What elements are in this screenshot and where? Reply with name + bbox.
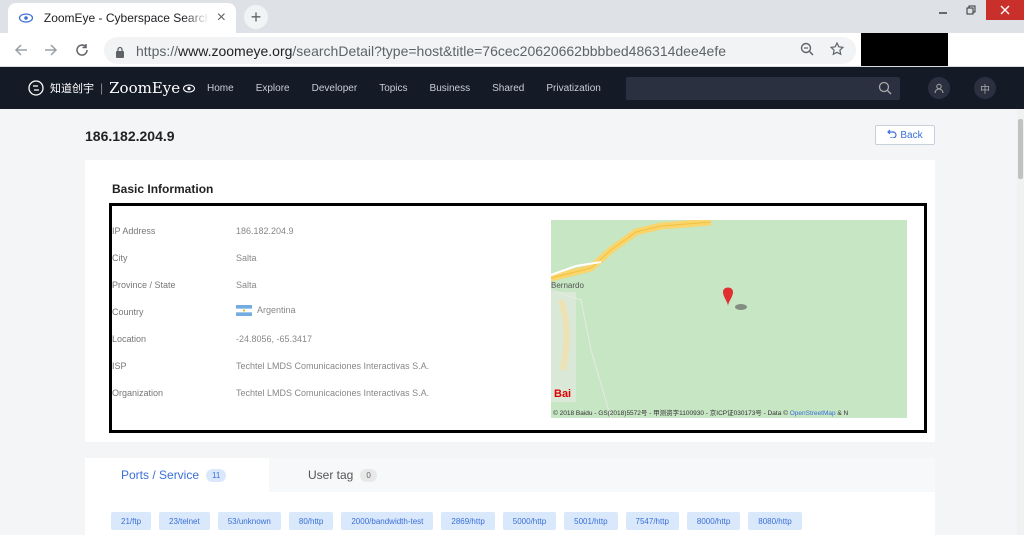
new-tab-button[interactable]: + (244, 5, 268, 29)
redacted-area (861, 33, 948, 66)
site-search-input[interactable] (626, 77, 900, 100)
nav-topics[interactable]: Topics (379, 83, 407, 94)
map-place-label: Bernardo (551, 281, 584, 290)
url-input[interactable]: https://www.zoomeye.org/searchDetail?typ… (104, 37, 856, 64)
bookmark-star-icon[interactable] (829, 41, 845, 59)
user-tag-count-badge: 0 (360, 468, 377, 482)
zoom-icon[interactable] (800, 42, 814, 59)
location-map[interactable]: Bernardo Bai © 2018 Baidu - GS(2018)5572… (551, 220, 907, 418)
info-row-province: Province / State Salta (112, 280, 257, 290)
osm-link[interactable]: OpenStreetMap (790, 410, 836, 417)
browser-tab[interactable]: ZoomEye - Cyberspace Search Engine × (8, 3, 236, 33)
port-tag[interactable]: 8000/http (686, 512, 741, 530)
tab-ports-service[interactable]: Ports / Service 11 (85, 458, 269, 492)
organization-value: Techtel LMDS Comunicaciones Interactivas… (236, 388, 430, 398)
info-row-country: Country Argentina (112, 305, 296, 317)
province-value: Salta (236, 280, 257, 290)
forward-arrow-icon[interactable] (40, 39, 62, 61)
nav-privatization[interactable]: Privatization (546, 83, 600, 94)
argentina-flag-icon (236, 305, 252, 317)
nav-developer[interactable]: Developer (312, 83, 358, 94)
port-tag[interactable]: 80/http (288, 512, 334, 530)
port-tag[interactable]: 23/telnet (159, 512, 210, 530)
info-row-location: Location -24.8056, -65.3417 (112, 334, 313, 344)
isp-value: Techtel LMDS Comunicaciones Interactivas… (236, 361, 430, 371)
search-icon[interactable] (878, 81, 892, 100)
user-icon[interactable] (928, 77, 950, 99)
knownsec-logo-icon (28, 80, 44, 96)
tab-user-tag[interactable]: User tag 0 (308, 458, 377, 492)
zoomeye-favicon-icon (18, 10, 34, 26)
port-tag[interactable]: 5001/http (564, 512, 618, 530)
port-tag[interactable]: 5000/http (502, 512, 557, 530)
nav-home[interactable]: Home (207, 83, 234, 94)
nav-explore[interactable]: Explore (256, 83, 290, 94)
ports-list: 21/ftp 23/telnet 53/unknown 80/http 2000… (111, 512, 810, 530)
ip-value: 186.182.204.9 (236, 226, 294, 236)
info-row-organization: Organization Techtel LMDS Comunicaciones … (112, 388, 430, 398)
location-value: -24.8056, -65.3417 (236, 334, 313, 344)
info-row-isp: ISP Techtel LMDS Comunicaciones Interacti… (112, 361, 430, 371)
baidu-map-logo: Bai (554, 388, 572, 400)
basic-info-card: Basic Information IP Address 186.182.204.… (85, 160, 935, 442)
basic-info-heading: Basic Information (112, 182, 214, 196)
browser-tab-bar: ZoomEye - Cyberspace Search Engine × + (0, 0, 1024, 33)
port-tag[interactable]: 2869/http (441, 512, 495, 530)
info-row-ip: IP Address 186.182.204.9 (112, 226, 294, 236)
language-toggle[interactable]: 中 (974, 77, 996, 99)
ports-count-badge: 11 (206, 468, 227, 482)
port-tag[interactable]: 21/ftp (111, 512, 152, 530)
map-copyright: © 2018 Baidu - GS(2018)5572号 - 甲测资字11009… (553, 410, 849, 417)
nav-shared[interactable]: Shared (492, 83, 524, 94)
window-close-icon[interactable] (986, 0, 1024, 20)
eye-icon (183, 83, 196, 93)
port-tag[interactable]: 7547/http (625, 512, 679, 530)
page-scrollbar[interactable] (1017, 109, 1024, 535)
window-minimize-icon[interactable] (930, 0, 956, 20)
detail-tabs: Ports / Service 11 User tag 0 21/ftp 23/te… (85, 458, 935, 535)
back-arrow-icon[interactable] (10, 39, 32, 61)
lock-icon (114, 45, 126, 58)
scrollbar-thumb[interactable] (1018, 119, 1023, 179)
nav-business[interactable]: Business (430, 83, 471, 94)
back-button-label: Back (900, 129, 923, 141)
url-text: https://www.zoomeye.org/searchDetail?typ… (136, 42, 726, 59)
reload-icon[interactable] (71, 39, 93, 61)
zoomeye-logo[interactable]: 知道创宇 | ZoomEye (28, 79, 196, 97)
logo-separator: | (100, 81, 104, 95)
logo-brand-text: ZoomEye (109, 79, 181, 97)
main-nav: Home Explore Developer Topics Business S… (207, 67, 623, 109)
undo-arrow-icon (887, 129, 897, 141)
country-value: Argentina (236, 305, 296, 317)
browser-tab-title: ZoomEye - Cyberspace Search Engine (43, 11, 209, 25)
logo-cn-text: 知道创宇 (50, 83, 94, 95)
window-restore-icon[interactable] (958, 0, 984, 20)
back-button[interactable]: Back (875, 125, 935, 145)
port-tag[interactable]: 8080/http (748, 512, 802, 530)
port-tag[interactable]: 53/unknown (217, 512, 281, 530)
map-roads (551, 220, 747, 418)
info-row-city: City Salta (112, 253, 257, 263)
page-title: 186.182.204.9 (85, 128, 175, 144)
city-value: Salta (236, 253, 257, 263)
port-tag[interactable]: 2000/bandwidth-test (341, 512, 434, 530)
tab-close-icon[interactable]: × (217, 10, 226, 26)
